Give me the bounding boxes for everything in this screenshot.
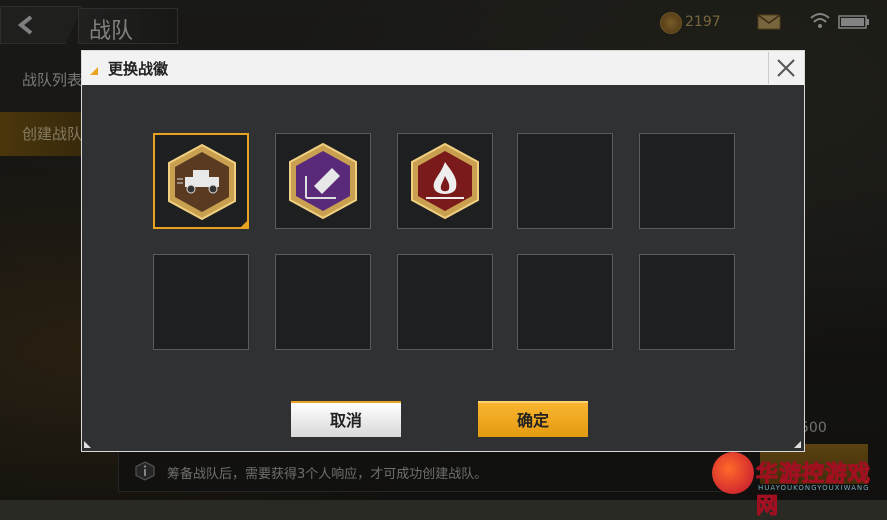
change-emblem-dialog: 更换战徽 取消 确定 <box>81 50 805 452</box>
watermark: 华游控游戏网 HUAYOUKONGYOUXIWANG <box>712 452 882 520</box>
cancel-button[interactable]: 取消 <box>291 401 401 437</box>
bullet-badge-icon <box>289 142 357 220</box>
watermark-subtext: HUAYOUKONGYOUXIWANG <box>758 484 870 492</box>
emblem-slot-empty[interactable] <box>153 254 249 350</box>
corner-decoration <box>84 441 91 448</box>
emblem-slot[interactable] <box>397 133 493 229</box>
dialog-title: 更换战徽 <box>108 60 169 78</box>
confirm-button[interactable]: 确定 <box>478 401 588 437</box>
emblem-slot-empty[interactable] <box>517 254 613 350</box>
emblem-slot[interactable] <box>153 133 249 229</box>
emblem-slot-empty[interactable] <box>639 254 735 350</box>
header-accent-icon <box>90 67 98 75</box>
close-button[interactable] <box>768 52 802 84</box>
dialog-body <box>82 85 804 451</box>
fire-badge-icon <box>411 142 479 220</box>
close-icon <box>777 59 795 77</box>
watermark-logo-icon <box>712 452 754 494</box>
jeep-badge-icon <box>168 143 236 221</box>
emblem-slot-empty[interactable] <box>517 133 613 229</box>
dialog-header: 更换战徽 <box>82 51 804 85</box>
corner-decoration <box>794 441 801 448</box>
emblem-slot-empty[interactable] <box>275 254 371 350</box>
emblem-slot[interactable] <box>275 133 371 229</box>
emblem-slot-empty[interactable] <box>397 254 493 350</box>
emblem-slot-empty[interactable] <box>639 133 735 229</box>
